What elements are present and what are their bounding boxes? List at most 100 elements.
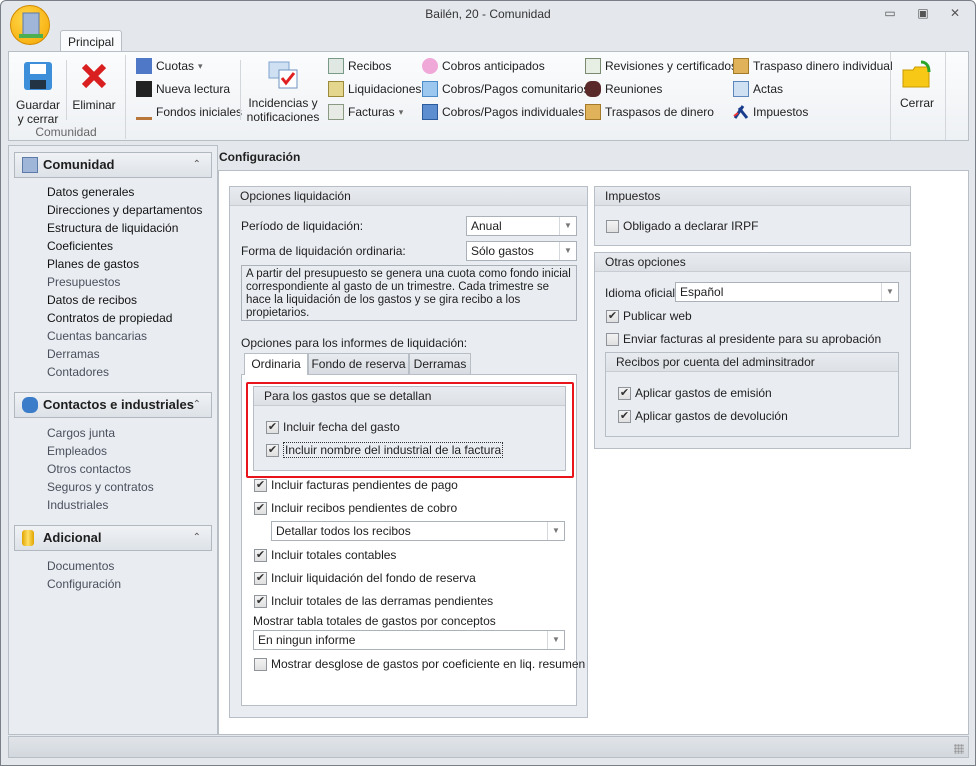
sidebar-section-comunidad[interactable]: Comunidad ⌃ — [14, 152, 212, 178]
recibos-pendientes-checkbox[interactable]: ✔ Incluir recibos pendientes de cobro — [254, 500, 457, 516]
checkbox-label: Incluir recibos pendientes de cobro — [271, 501, 458, 515]
sidebar-item-datos-generales[interactable]: Datos generales — [47, 183, 134, 201]
recibos-button[interactable]: Recibos — [328, 56, 421, 76]
forma-value: Sólo gastos — [471, 244, 534, 258]
sidebar-item-presupuestos[interactable]: Presupuestos — [47, 273, 120, 291]
cuotas-label: Cuotas — [156, 59, 195, 73]
group-title: Para los gastos que se detallan — [254, 387, 565, 406]
fecha-gasto-checkbox[interactable]: ✔ Incluir fecha del gasto — [266, 419, 400, 435]
chevron-down-icon[interactable]: ▼ — [547, 631, 564, 649]
eliminar-button[interactable]: Eliminar — [70, 60, 118, 112]
desglose-checkbox[interactable]: Mostrar desglose de gastos por coeficien… — [254, 656, 585, 672]
checkbox-label: Publicar web — [623, 309, 692, 323]
check-icon: ✔ — [254, 571, 267, 585]
periodo-select[interactable]: Anual ▼ — [466, 216, 577, 236]
eliminar-label: Eliminar — [72, 98, 116, 112]
tab-ordinaria[interactable]: Ordinaria — [244, 353, 308, 375]
resize-grip-icon[interactable] — [954, 744, 964, 754]
notifications-icon — [267, 58, 299, 90]
publicar-web-checkbox[interactable]: ✔ Publicar web — [606, 308, 692, 324]
check-icon: ✔ — [266, 443, 279, 457]
chevron-down-icon[interactable]: ▼ — [559, 242, 576, 260]
collapse-icon[interactable]: ⌃ — [193, 526, 201, 550]
tabla-select[interactable]: En ningun informe ▼ — [253, 630, 565, 650]
checkbox-label: Incluir liquidación del fondo de reserva — [271, 571, 476, 585]
cobros-comunitarios-button[interactable]: Cobros/Pagos comunitarios — [422, 79, 589, 99]
chevron-down-icon[interactable]: ▼ — [559, 217, 576, 235]
ribbon-tab-principal[interactable]: Principal — [60, 30, 122, 53]
impuestos-button[interactable]: Impuestos — [733, 102, 893, 122]
check-icon: ✔ — [254, 478, 267, 492]
checkbox-box — [606, 219, 619, 233]
emision-checkbox[interactable]: ✔ Aplicar gastos de emisión — [618, 385, 772, 401]
sidebar-item-contadores[interactable]: Contadores — [47, 363, 109, 381]
sidebar-item-coeficientes[interactable]: Coeficientes — [47, 237, 113, 255]
irpf-checkbox[interactable]: Obligado a declarar IRPF — [606, 218, 758, 234]
collapse-icon[interactable]: ⌃ — [193, 393, 201, 417]
sidebar-item-otros[interactable]: Otros contactos — [47, 460, 131, 478]
actas-button[interactable]: Actas — [733, 79, 893, 99]
idioma-select[interactable]: Español ▼ — [675, 282, 899, 302]
chevron-down-icon[interactable]: ▼ — [547, 522, 564, 540]
traspasos-button[interactable]: Traspasos de dinero — [585, 102, 737, 122]
cobros-anticipados-button[interactable]: Cobros anticipados — [422, 56, 589, 76]
sidebar-section-adicional[interactable]: Adicional ⌃ — [14, 525, 212, 551]
collapse-icon[interactable]: ⌃ — [193, 153, 201, 177]
recibos-label: Recibos — [348, 59, 392, 73]
nueva-lectura-button[interactable]: Nueva lectura — [136, 79, 242, 99]
informes-label: Opciones para los informes de liquidació… — [241, 336, 468, 350]
sidebar-item-contratos[interactable]: Contratos de propiedad — [47, 309, 172, 327]
sidebar-item-empleados[interactable]: Empleados — [47, 442, 107, 460]
cobros-individuales-button[interactable]: Cobros/Pagos individuales — [422, 102, 589, 122]
fondo-reserva-checkbox[interactable]: ✔ Incluir liquidación del fondo de reserv… — [254, 570, 476, 586]
sidebar-item-cuentas[interactable]: Cuentas bancarias — [47, 327, 147, 345]
close-folder-icon — [901, 58, 933, 90]
traspaso-individual-label: Traspaso dinero individual — [753, 59, 893, 73]
tab-derramas[interactable]: Derramas — [409, 353, 471, 375]
recibos-select[interactable]: Detallar todos los recibos ▼ — [271, 521, 565, 541]
checkbox-label: Incluir nombre del industrial de la fact… — [283, 442, 504, 458]
sidebar-item-industriales[interactable]: Industriales — [47, 496, 108, 514]
sidebar-item-datos-recibos[interactable]: Datos de recibos — [47, 291, 137, 309]
contacts-icon — [22, 397, 38, 413]
sidebar-item-configuracion[interactable]: Configuración — [47, 575, 121, 593]
devolucion-checkbox[interactable]: ✔ Aplicar gastos de devolución — [618, 408, 788, 424]
chevron-down-icon[interactable]: ▼ — [881, 283, 898, 301]
guardar-button[interactable]: Guardar y cerrar — [14, 60, 62, 126]
forma-select[interactable]: Sólo gastos ▼ — [466, 241, 577, 261]
fondos-iniciales-button[interactable]: Fondos iniciales — [136, 102, 242, 122]
dropdown-icon: ▾ — [198, 61, 203, 71]
facturas-pendientes-checkbox[interactable]: ✔ Incluir facturas pendientes de pago — [254, 477, 458, 493]
sidebar-item-direcciones[interactable]: Direcciones y departamentos — [47, 201, 202, 219]
check-icon: ✔ — [254, 501, 267, 515]
sidebar-section-contactos[interactable]: Contactos e industriales ⌃ — [14, 392, 212, 418]
enviar-facturas-checkbox[interactable]: Enviar facturas al presidente para su ap… — [606, 331, 881, 347]
sidebar-item-seguros[interactable]: Seguros y contratos — [47, 478, 154, 496]
nombre-industrial-checkbox[interactable]: ✔ Incluir nombre del industrial de la fac… — [266, 442, 504, 458]
minimize-button[interactable]: ▭ — [881, 6, 899, 22]
status-bar — [8, 736, 969, 758]
sidebar-item-cargos[interactable]: Cargos junta — [47, 424, 115, 442]
tax-agency-icon — [733, 104, 749, 120]
traspaso-individual-button[interactable]: Traspaso dinero individual — [733, 56, 893, 76]
sidebar-item-estructura[interactable]: Estructura de liquidación — [47, 219, 178, 237]
separator — [945, 52, 946, 140]
totales-contables-checkbox[interactable]: ✔ Incluir totales contables — [254, 547, 396, 563]
cerrar-button[interactable]: Cerrar — [895, 58, 939, 110]
sidebar-item-documentos[interactable]: Documentos — [47, 557, 114, 575]
restore-button[interactable]: ▣ — [914, 6, 932, 22]
cuotas-button[interactable]: Cuotas ▾ — [136, 56, 242, 76]
tab-fondo-reserva[interactable]: Fondo de reserva — [308, 353, 409, 375]
reuniones-button[interactable]: Reuniones — [585, 79, 737, 99]
sidebar-item-planes[interactable]: Planes de gastos — [47, 255, 139, 273]
close-button[interactable]: ✕ — [946, 6, 964, 22]
facturas-button[interactable]: Facturas ▾ — [328, 102, 421, 122]
checkbox-box — [606, 332, 619, 346]
revisiones-button[interactable]: Revisiones y certificados — [585, 56, 737, 76]
liquidaciones-button[interactable]: Liquidaciones — [328, 79, 421, 99]
cobros-individuales-label: Cobros/Pagos individuales — [442, 105, 585, 119]
sidebar-item-derramas[interactable]: Derramas — [47, 345, 100, 363]
incidencias-button[interactable]: Incidencias y notificaciones — [245, 58, 321, 124]
derramas-pendientes-checkbox[interactable]: ✔ Incluir totales de las derramas pendien… — [254, 593, 493, 609]
cerrar-label: Cerrar — [899, 96, 934, 110]
